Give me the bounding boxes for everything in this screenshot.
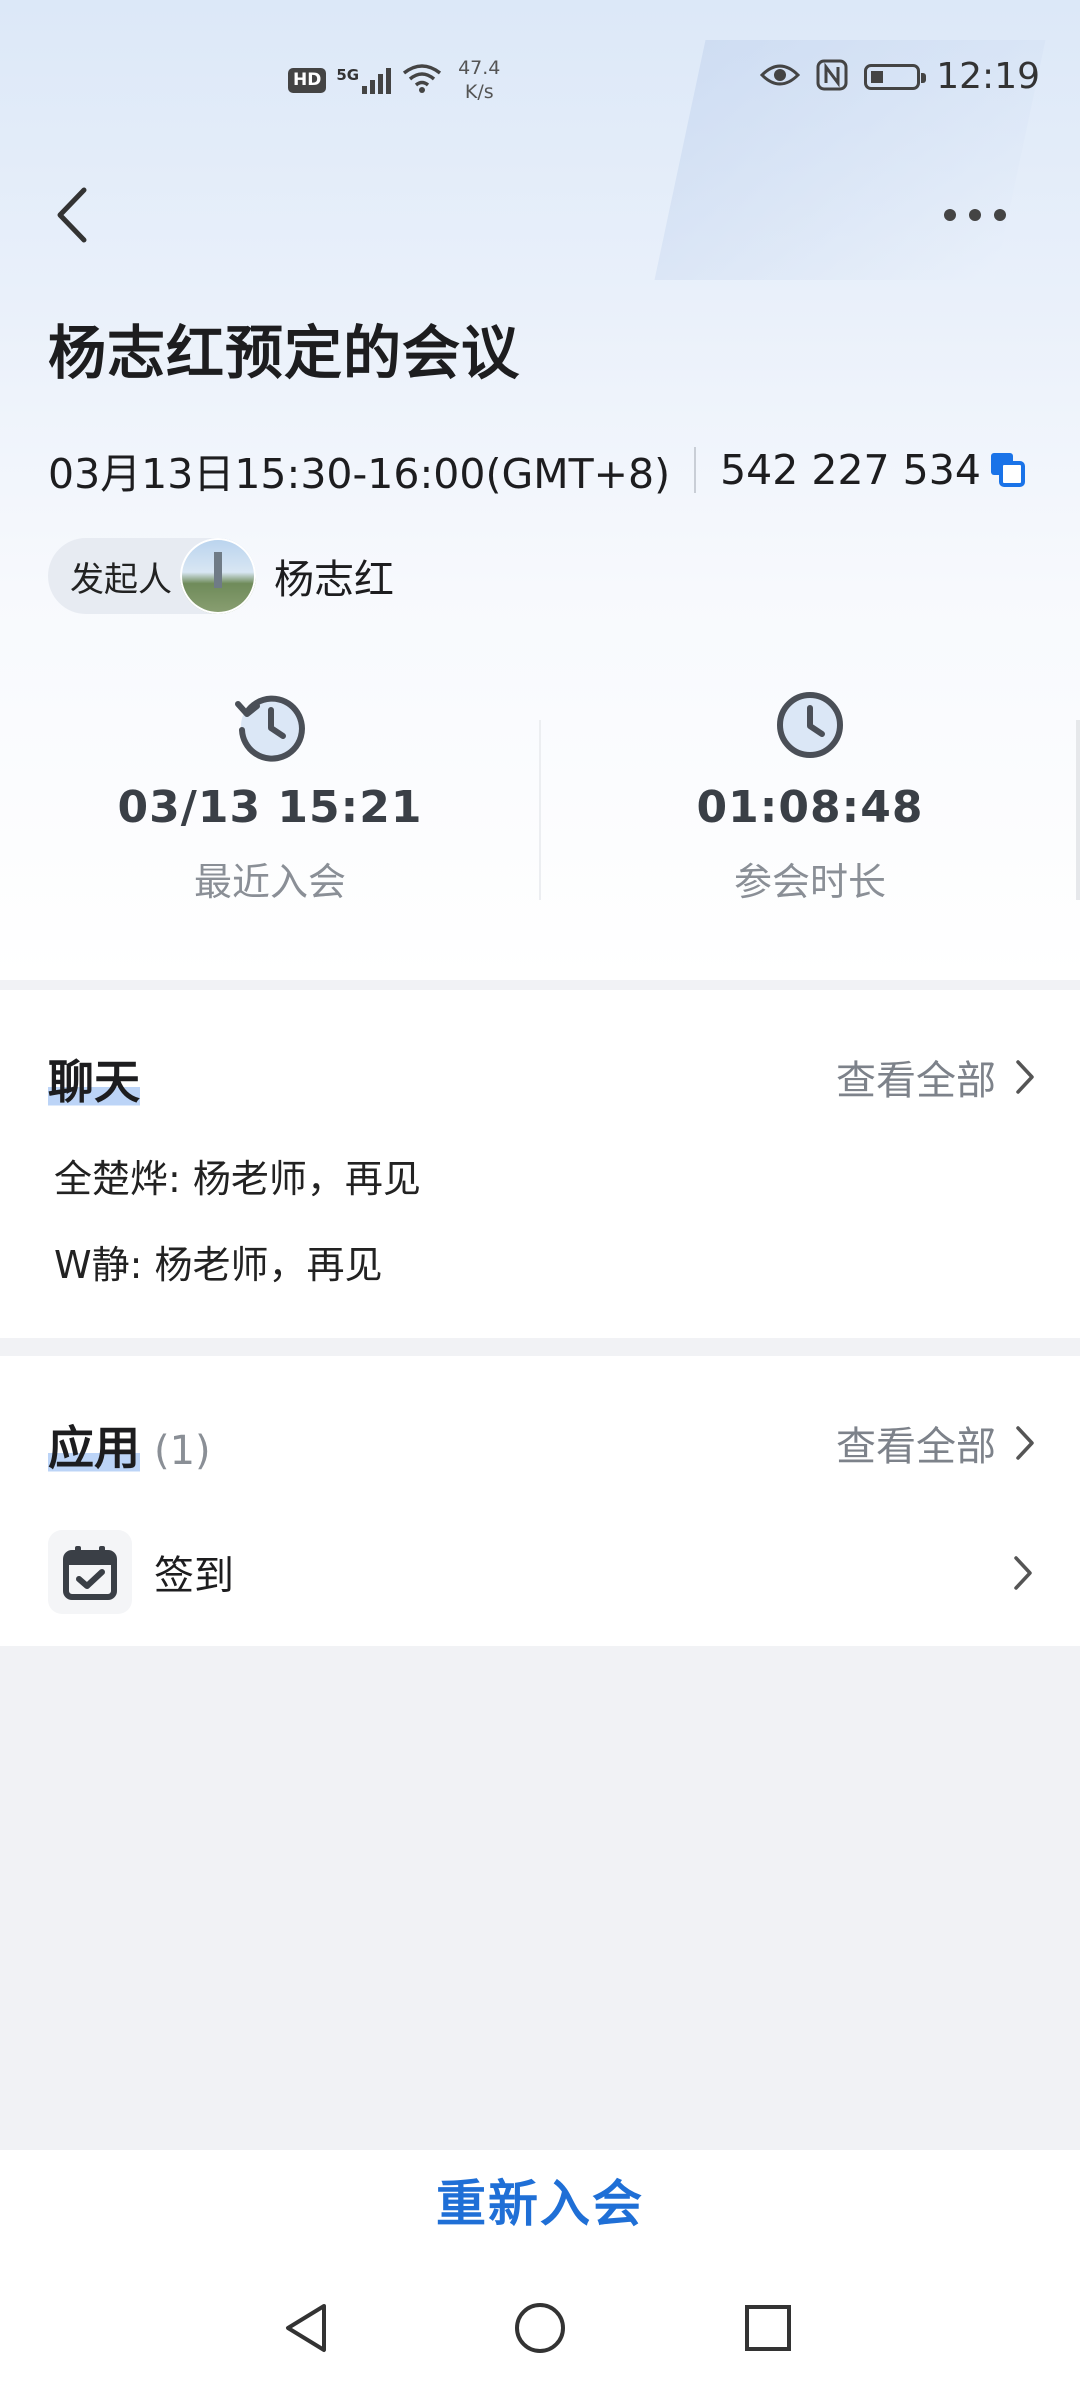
nav-back-icon[interactable] xyxy=(278,2298,338,2358)
duration-value: 01:08:48 xyxy=(696,782,924,833)
meeting-meta: 03月13日15:30-16:00(GMT+8) 542 227 534 xyxy=(48,440,1027,500)
apps-view-all-button[interactable]: 查看全部 xyxy=(836,1414,1036,1472)
chat-view-all-label: 查看全部 xyxy=(836,1058,996,1104)
status-left: HD 5G 47.4 K/s xyxy=(288,56,500,104)
last-join-label: 最近入会 xyxy=(193,860,346,904)
apps-count: (1) xyxy=(154,1428,211,1474)
app-item-label: 签到 xyxy=(154,1553,234,1599)
organizer-name: 杨志红 xyxy=(274,557,394,603)
app-item-checkin[interactable]: 签到 xyxy=(48,1526,1038,1618)
speed-value: 47.4 xyxy=(458,57,501,79)
chat-title: 聊天 xyxy=(48,1046,140,1112)
avatar[interactable] xyxy=(180,538,256,614)
more-dots-icon xyxy=(944,209,1006,221)
organizer-chip: 发起人 xyxy=(48,538,256,614)
chevron-right-icon xyxy=(1016,1426,1034,1460)
stats-edge xyxy=(1076,720,1080,900)
wifi-icon xyxy=(402,63,442,97)
chat-message[interactable]: W静: 杨老师，再见 xyxy=(54,1234,382,1289)
meeting-stats: 03/13 15:21 最近入会 01:08:48 参会时长 xyxy=(0,672,1080,932)
nav-recent-icon[interactable] xyxy=(738,2298,798,2358)
apps-title: 应用 (1) xyxy=(48,1412,211,1478)
meeting-title: 杨志红预定的会议 xyxy=(48,319,521,387)
calendar-check-icon xyxy=(48,1530,132,1614)
meeting-time: 03月13日15:30-16:00(GMT+8) xyxy=(48,450,671,498)
chevron-right-icon xyxy=(1016,1060,1034,1094)
chat-title-text: 聊天 xyxy=(48,1046,140,1112)
status-bar: HD 5G 47.4 K/s 12:19 xyxy=(0,0,1080,160)
stat-last-join: 03/13 15:21 最近入会 xyxy=(0,672,540,932)
copy-icon[interactable] xyxy=(989,451,1027,489)
chat-card: 聊天 查看全部 全楚烨: 杨老师，再见 W静: 杨老师，再见 xyxy=(0,990,1080,1338)
chat-view-all-button[interactable]: 查看全部 xyxy=(836,1048,1036,1106)
meta-divider xyxy=(694,447,697,493)
nav-home-icon[interactable] xyxy=(510,2298,570,2358)
eye-icon xyxy=(760,61,801,93)
duration-label: 参会时长 xyxy=(733,860,886,904)
signal-icon: 5G xyxy=(336,66,392,94)
stat-duration: 01:08:48 参会时长 xyxy=(540,672,1080,932)
status-right: 12:19 xyxy=(760,56,1040,97)
chevron-left-icon xyxy=(57,187,87,243)
more-options-button[interactable] xyxy=(940,200,1010,230)
hd-badge: HD xyxy=(288,67,327,93)
history-clock-icon xyxy=(235,695,305,762)
speed-unit: K/s xyxy=(464,81,494,103)
organizer-label: 发起人 xyxy=(70,559,172,600)
clock-icon xyxy=(777,692,843,758)
apps-view-all-label: 查看全部 xyxy=(836,1424,996,1470)
chevron-right-icon xyxy=(1014,1556,1032,1590)
meeting-id: 542 227 534 xyxy=(720,446,981,494)
last-join-value: 03/13 15:21 xyxy=(117,782,423,833)
signal-label: 5G xyxy=(336,66,360,84)
rejoin-button[interactable]: 重新入会 xyxy=(436,2164,644,2236)
rejoin-bar: 重新入会 xyxy=(0,2150,1080,2250)
nfc-icon xyxy=(816,59,848,95)
chat-message[interactable]: 全楚烨: 杨老师，再见 xyxy=(54,1148,421,1203)
system-nav-bar xyxy=(0,2250,1080,2400)
network-speed: 47.4 K/s xyxy=(458,56,500,104)
back-button[interactable] xyxy=(48,184,98,246)
apps-card: 应用 (1) 查看全部 签到 xyxy=(0,1356,1080,1646)
clock: 12:19 xyxy=(936,56,1040,97)
battery-icon xyxy=(864,63,927,90)
apps-title-text: 应用 xyxy=(48,1412,140,1478)
organizer: 发起人 杨志红 xyxy=(48,538,394,614)
